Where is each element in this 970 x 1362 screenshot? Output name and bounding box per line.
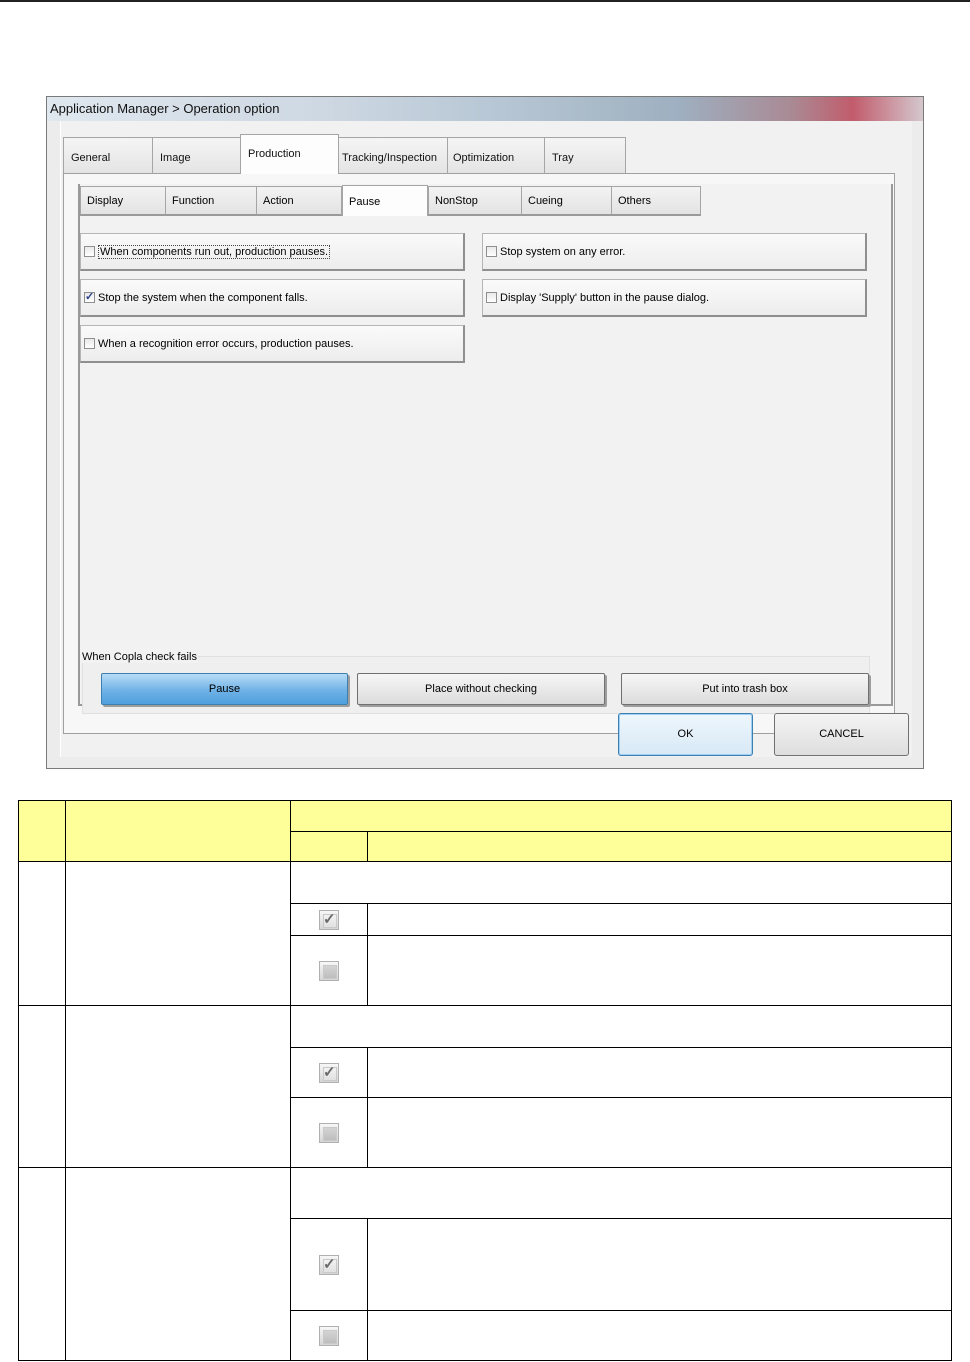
- row1-checked-text: [367, 903, 952, 936]
- subtab-action[interactable]: Action: [256, 186, 342, 216]
- subtab-function[interactable]: Function: [165, 186, 257, 216]
- production-tab-panel: Display Function Action Pause NonStop Cu…: [63, 173, 895, 734]
- checked-box-icon: [319, 909, 339, 930]
- unchecked-box-icon[interactable]: [84, 246, 95, 257]
- header-item: [65, 800, 291, 862]
- copla-group-title: When Copla check fails: [81, 651, 198, 663]
- subtab-pause[interactable]: Pause: [342, 185, 428, 216]
- option-recognition-error-pause[interactable]: When a recognition error occurs, product…: [80, 325, 465, 363]
- settings-table: [18, 800, 952, 1361]
- tab-optimization[interactable]: Optimization: [447, 137, 545, 173]
- row1-no: [18, 861, 66, 1006]
- option-label: When a recognition error occurs, product…: [98, 338, 354, 350]
- row1-item: [65, 861, 291, 1006]
- row2-item: [65, 1005, 291, 1168]
- row1-description: [290, 861, 952, 904]
- header-setting: [290, 800, 952, 832]
- operation-option-dialog: Application Manager > Operation option G…: [46, 96, 924, 769]
- row2-checked-text: [367, 1047, 952, 1098]
- copla-place-without-checking-button[interactable]: Place without checking: [357, 673, 605, 705]
- option-components-run-out[interactable]: When components run out, production paus…: [80, 233, 465, 271]
- subtab-nonstop[interactable]: NonStop: [428, 186, 522, 216]
- unchecked-box-icon[interactable]: [84, 338, 95, 349]
- unchecked-box-icon: [319, 1122, 339, 1143]
- header-no: [18, 800, 66, 862]
- page-top-rule: [0, 0, 970, 2]
- checked-box-icon: [319, 1062, 339, 1083]
- copla-pause-button[interactable]: Pause: [101, 673, 348, 705]
- ok-button[interactable]: OK: [618, 713, 753, 756]
- option-label: Display 'Supply' button in the pause dia…: [500, 292, 710, 304]
- option-label: Stop the system when the component falls…: [98, 292, 308, 304]
- subtab-cueing[interactable]: Cueing: [521, 186, 612, 216]
- unchecked-box-icon: [319, 1325, 339, 1346]
- row2-no: [18, 1005, 66, 1168]
- row3-item: [65, 1167, 291, 1361]
- dialog-client-area: General Image Production Tracking/Inspec…: [60, 121, 912, 757]
- header-value: [290, 831, 368, 862]
- checked-box-icon[interactable]: [84, 290, 95, 304]
- tab-general[interactable]: General: [63, 137, 153, 173]
- tab-tracking-inspection[interactable]: Tracking/Inspection: [338, 137, 448, 173]
- unchecked-box-icon[interactable]: [486, 292, 497, 303]
- row2-description: [290, 1005, 952, 1048]
- option-stop-on-any-error[interactable]: Stop system on any error.: [482, 233, 867, 271]
- unchecked-box-icon: [319, 960, 339, 981]
- copla-put-into-trash-box-button[interactable]: Put into trash box: [621, 673, 869, 705]
- header-description: [367, 831, 952, 862]
- row3-description: [290, 1167, 952, 1219]
- unchecked-box-icon[interactable]: [486, 246, 497, 257]
- subtab-display[interactable]: Display: [80, 186, 166, 216]
- checked-box-icon: [319, 1254, 339, 1275]
- row3-no: [18, 1167, 66, 1361]
- tab-tray[interactable]: Tray: [544, 137, 626, 173]
- option-display-supply-button[interactable]: Display 'Supply' button in the pause dia…: [482, 279, 867, 317]
- row3-checked-text: [367, 1218, 952, 1311]
- tab-image[interactable]: Image: [152, 137, 241, 173]
- row3-unchecked-text: [367, 1310, 952, 1361]
- option-label: Stop system on any error.: [500, 246, 626, 258]
- subtab-others[interactable]: Others: [611, 186, 701, 216]
- cancel-button[interactable]: CANCEL: [774, 713, 909, 756]
- window-title: Application Manager > Operation option: [47, 97, 923, 121]
- tab-production[interactable]: Production: [240, 134, 339, 174]
- option-stop-when-component-falls[interactable]: Stop the system when the component falls…: [80, 279, 465, 317]
- row1-unchecked-text: [367, 935, 952, 1006]
- option-label: When components run out, production paus…: [98, 245, 331, 259]
- row2-unchecked-text: [367, 1097, 952, 1168]
